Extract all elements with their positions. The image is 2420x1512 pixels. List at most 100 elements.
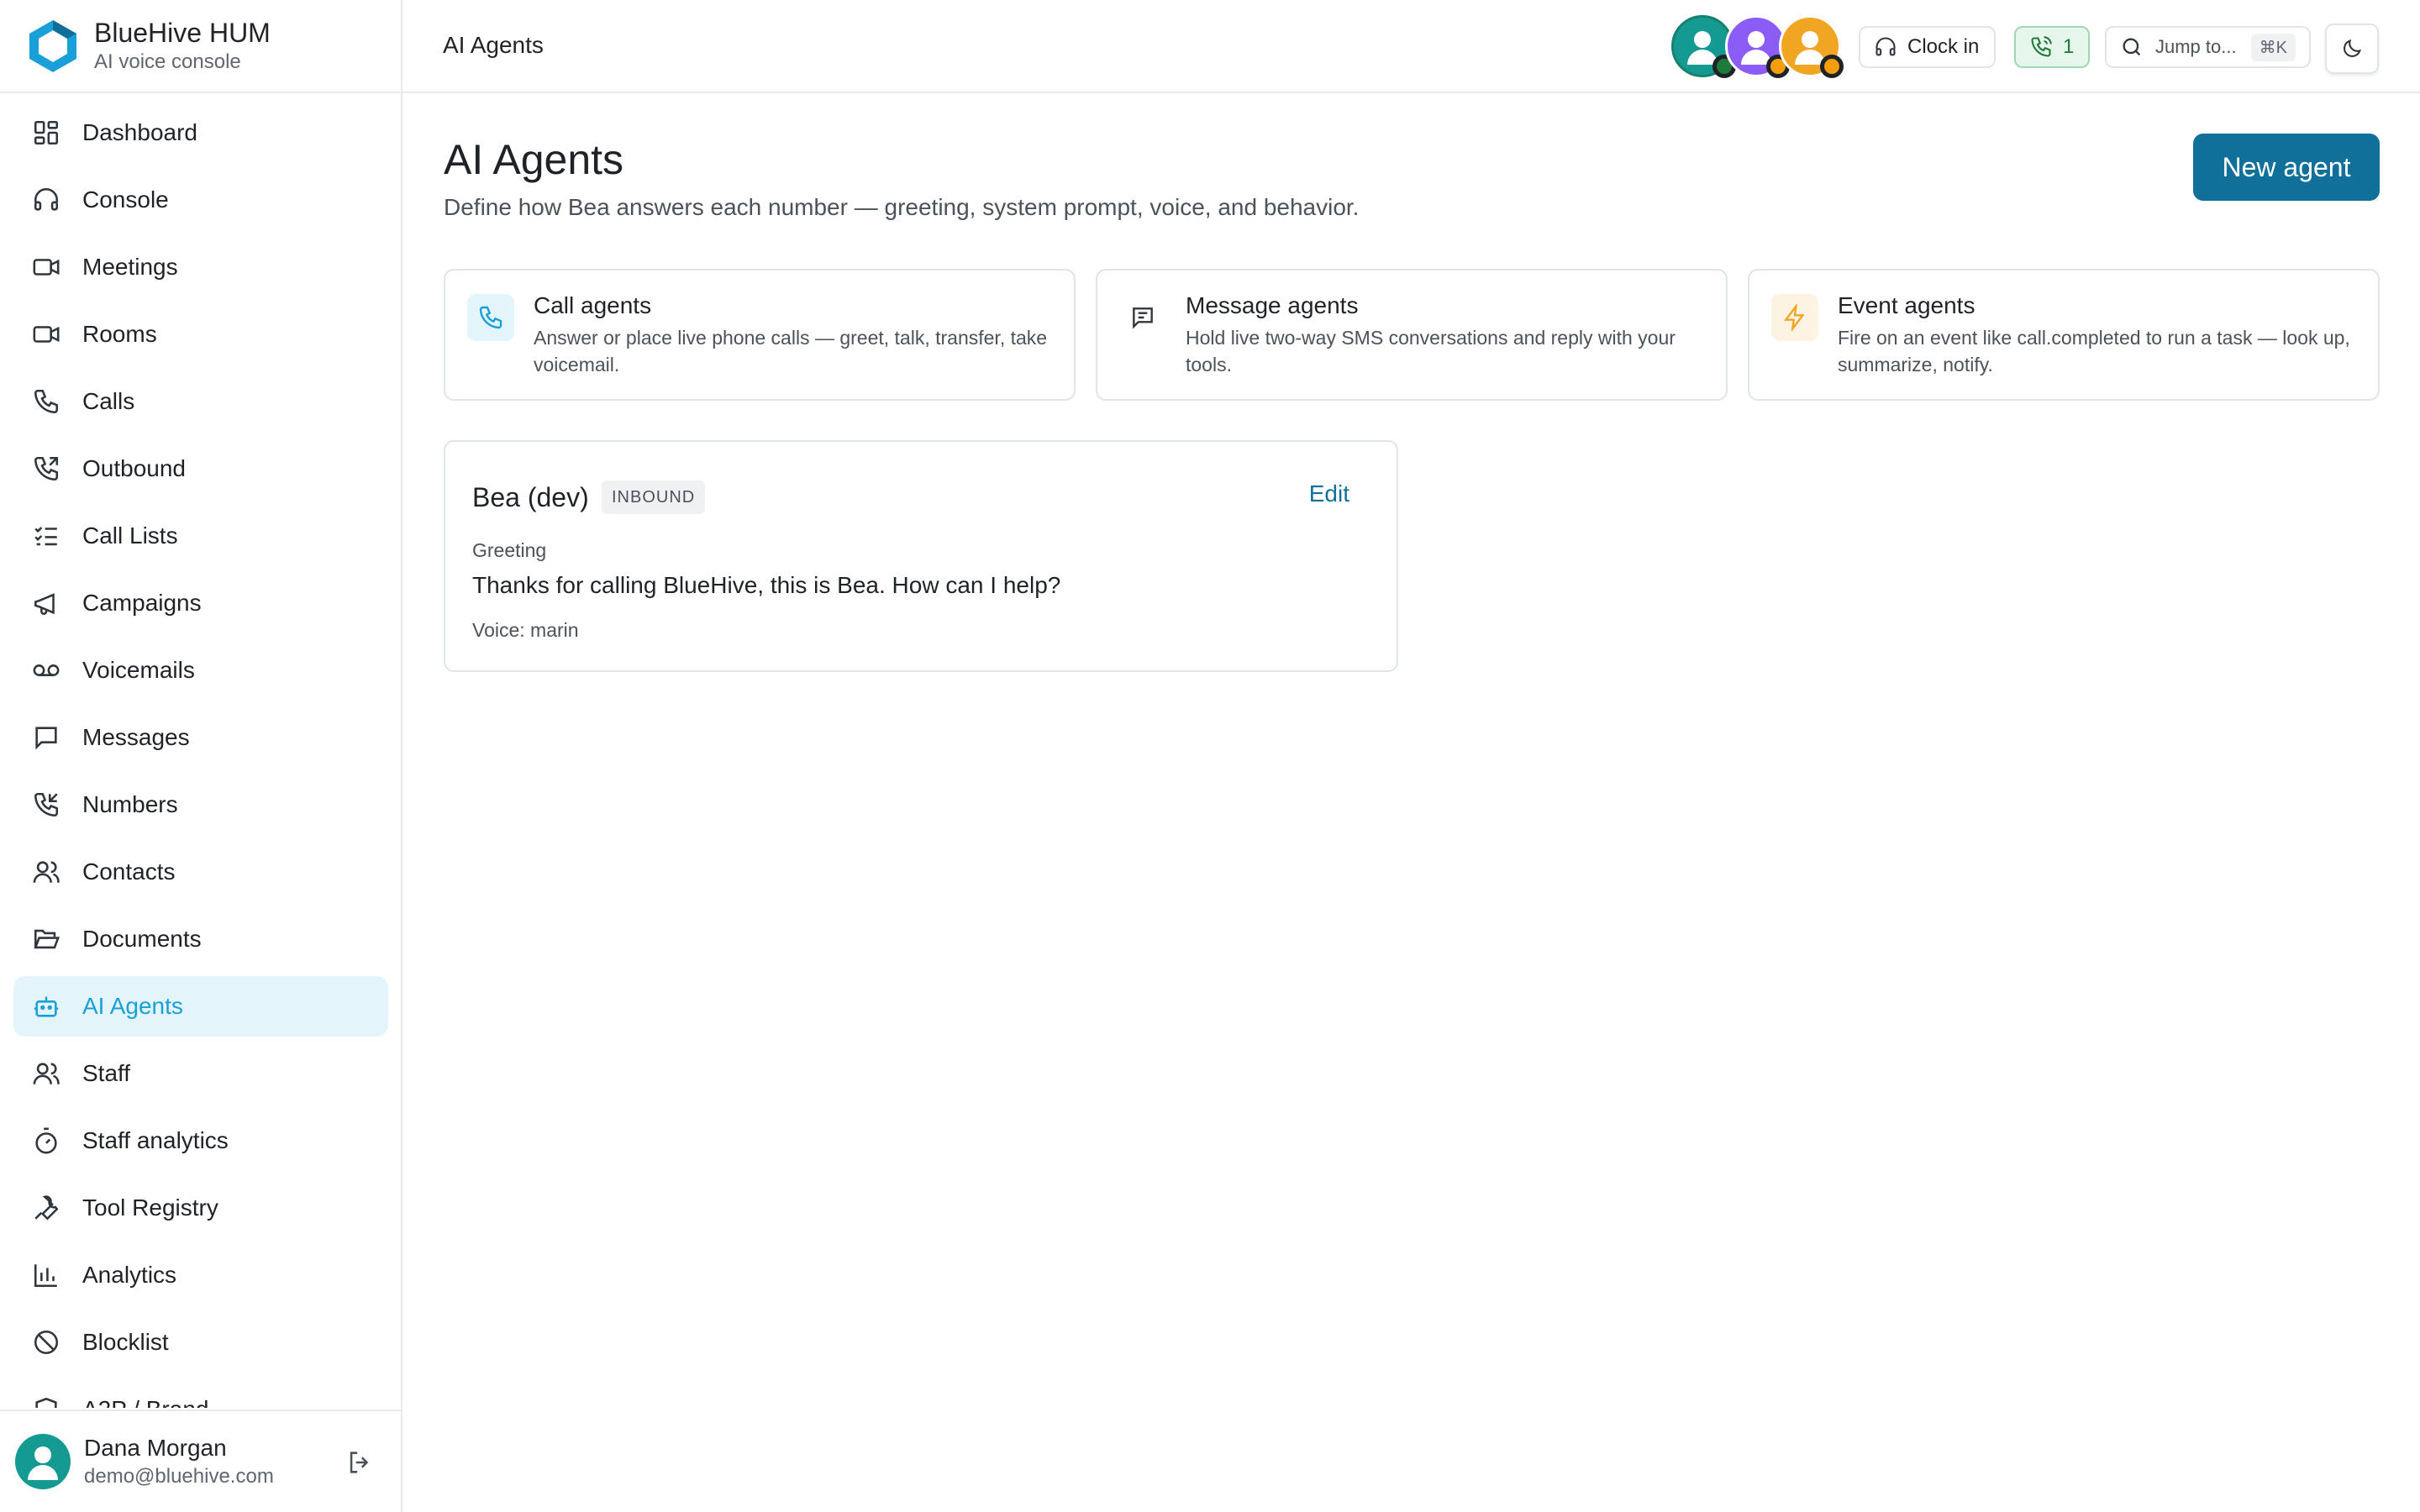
phone-incoming-icon bbox=[34, 792, 59, 817]
sidebar-item-a2p-brand[interactable]: A2P / Brand bbox=[13, 1379, 388, 1408]
voice-label: Voice: marin bbox=[472, 619, 579, 641]
sidebar-item-tool-registry[interactable]: Tool Registry bbox=[13, 1178, 388, 1238]
sidebar-item-ai-agents[interactable]: AI Agents bbox=[13, 976, 388, 1037]
sidebar-item-rooms[interactable]: Rooms bbox=[13, 304, 388, 365]
edit-agent-button[interactable]: Edit bbox=[1309, 480, 1349, 507]
sidebar-item-label: Outbound bbox=[82, 455, 186, 481]
headset-icon bbox=[34, 187, 59, 211]
agent-direction-badge: INBOUND bbox=[602, 480, 706, 514]
sidebar-item-label: Numbers bbox=[82, 791, 178, 817]
search-shortcut: ⌘K bbox=[2250, 33, 2296, 61]
sidebar-item-label: Calls bbox=[82, 388, 135, 414]
event-agents-icon-box bbox=[1771, 294, 1818, 341]
sidebar-item-label: Campaigns bbox=[82, 590, 202, 616]
new-agent-button[interactable]: New agent bbox=[2193, 134, 2380, 201]
sidebar-item-console[interactable]: Console bbox=[13, 170, 388, 230]
phone-icon bbox=[479, 306, 502, 329]
greeting-label: Greeting bbox=[472, 539, 547, 561]
sidebar-item-label: Staff bbox=[82, 1060, 131, 1086]
sidebar-item-staff[interactable]: Staff bbox=[13, 1043, 388, 1104]
sidebar-item-label: Call Lists bbox=[82, 522, 178, 549]
message-agents-icon-box bbox=[1119, 294, 1166, 341]
shield-icon bbox=[35, 1397, 57, 1408]
phone-call-icon bbox=[2031, 36, 2052, 57]
agent-name: Bea (dev) bbox=[472, 482, 589, 512]
sidebar-item-documents[interactable]: Documents bbox=[13, 909, 388, 969]
folder-open-icon bbox=[34, 929, 60, 949]
clock-in-button[interactable]: Clock in bbox=[1859, 26, 1996, 68]
sidebar-item-label: Blocklist bbox=[82, 1329, 169, 1355]
breadcrumb: AI Agents bbox=[443, 32, 544, 58]
presence-avatars[interactable] bbox=[1671, 15, 1844, 79]
sidebar-item-meetings[interactable]: Meetings bbox=[13, 237, 388, 297]
app-name: BlueHive HUM bbox=[94, 17, 271, 48]
call-agents-icon-box bbox=[467, 294, 514, 341]
voicemail-icon bbox=[33, 664, 60, 676]
card-title: Call agents bbox=[534, 292, 652, 318]
sidebar: BlueHive HUM AI voice console Dashboard … bbox=[0, 0, 402, 1512]
sidebar-item-staff-analytics[interactable]: Staff analytics bbox=[13, 1110, 388, 1171]
main-content: AI Agents Define how Bea answers each nu… bbox=[402, 93, 2420, 1512]
message-agents-card[interactable]: Message agents Hold live two-way SMS con… bbox=[1096, 269, 1728, 401]
sidebar-item-call-lists[interactable]: Call Lists bbox=[13, 506, 388, 566]
event-agents-card[interactable]: Event agents Fire on an event like call.… bbox=[1748, 269, 2380, 401]
avatar bbox=[15, 1434, 71, 1489]
status-dot bbox=[1820, 55, 1844, 78]
sidebar-item-campaigns[interactable]: Campaigns bbox=[13, 573, 388, 633]
sidebar-item-label: Voicemails bbox=[82, 657, 195, 683]
timer-icon bbox=[35, 1127, 57, 1154]
greeting-text: Thanks for calling BlueHive, this is Bea… bbox=[472, 572, 1061, 598]
search-input[interactable]: Jump to... ⌘K bbox=[2105, 26, 2311, 68]
bot-icon bbox=[34, 996, 59, 1017]
card-title: Message agents bbox=[1186, 292, 1359, 318]
phone-outgoing-icon bbox=[34, 456, 59, 481]
headset-icon bbox=[1876, 37, 1896, 56]
message-square-icon bbox=[35, 727, 57, 750]
logout-icon[interactable] bbox=[345, 1448, 374, 1477]
user-avatar-icon bbox=[28, 1446, 58, 1480]
sidebar-item-blocklist[interactable]: Blocklist bbox=[13, 1312, 388, 1373]
search-icon bbox=[2123, 38, 2141, 56]
card-title: Event agents bbox=[1838, 292, 1975, 318]
active-calls-count: 1 bbox=[2063, 35, 2075, 58]
video-icon bbox=[33, 326, 60, 343]
bluehive-logo-icon bbox=[29, 19, 76, 72]
sidebar-item-label: Messages bbox=[82, 724, 190, 750]
sidebar-item-numbers[interactable]: Numbers bbox=[13, 774, 388, 835]
sidebar-item-label: Staff analytics bbox=[82, 1127, 229, 1153]
sidebar-item-messages[interactable]: Messages bbox=[13, 707, 388, 768]
sidebar-item-label: A2P / Brand bbox=[82, 1396, 208, 1408]
clock-in-label: Clock in bbox=[1907, 35, 1980, 58]
theme-toggle-button[interactable] bbox=[2325, 24, 2379, 74]
sidebar-item-voicemails[interactable]: Voicemails bbox=[13, 640, 388, 701]
call-agents-card[interactable]: Call agents Answer or place live phone c… bbox=[444, 269, 1076, 401]
list-checks-icon bbox=[34, 527, 57, 546]
brand[interactable]: BlueHive HUM AI voice console bbox=[0, 0, 401, 93]
sidebar-item-label: Tool Registry bbox=[82, 1194, 218, 1221]
sidebar-item-label: AI Agents bbox=[82, 993, 183, 1019]
card-description: Fire on an event like call.completed to … bbox=[1838, 327, 2350, 375]
top-bar: AI Agents Clock in 1 Jump to... ⌘K bbox=[402, 0, 2420, 93]
active-calls-button[interactable]: 1 bbox=[2014, 26, 2090, 68]
avatar[interactable] bbox=[1671, 15, 1736, 78]
user-profile[interactable]: Dana Morgan demo@bluehive.com bbox=[0, 1410, 401, 1512]
sidebar-item-analytics[interactable]: Analytics bbox=[13, 1245, 388, 1305]
wrench-icon bbox=[34, 1195, 59, 1221]
avatar[interactable] bbox=[1779, 15, 1844, 78]
sidebar-item-label: Documents bbox=[82, 926, 202, 952]
sidebar-item-label: Dashboard bbox=[82, 119, 197, 145]
message-square-text-icon bbox=[1133, 307, 1153, 329]
zap-icon bbox=[1783, 304, 1805, 331]
avatar[interactable] bbox=[1725, 15, 1790, 78]
app-subtitle: AI voice console bbox=[94, 50, 241, 73]
sidebar-item-outbound[interactable]: Outbound bbox=[13, 438, 388, 499]
megaphone-icon bbox=[34, 593, 55, 615]
page-title: AI Agents bbox=[444, 136, 624, 183]
user-name: Dana Morgan bbox=[84, 1435, 227, 1461]
users-icon bbox=[33, 1063, 60, 1085]
agent-card[interactable]: Bea (dev) INBOUND Edit Greeting Thanks f… bbox=[444, 440, 1398, 672]
sidebar-item-dashboard[interactable]: Dashboard bbox=[13, 102, 388, 163]
sidebar-item-label: Analytics bbox=[82, 1262, 177, 1288]
sidebar-item-contacts[interactable]: Contacts bbox=[13, 842, 388, 902]
sidebar-item-calls[interactable]: Calls bbox=[13, 371, 388, 432]
